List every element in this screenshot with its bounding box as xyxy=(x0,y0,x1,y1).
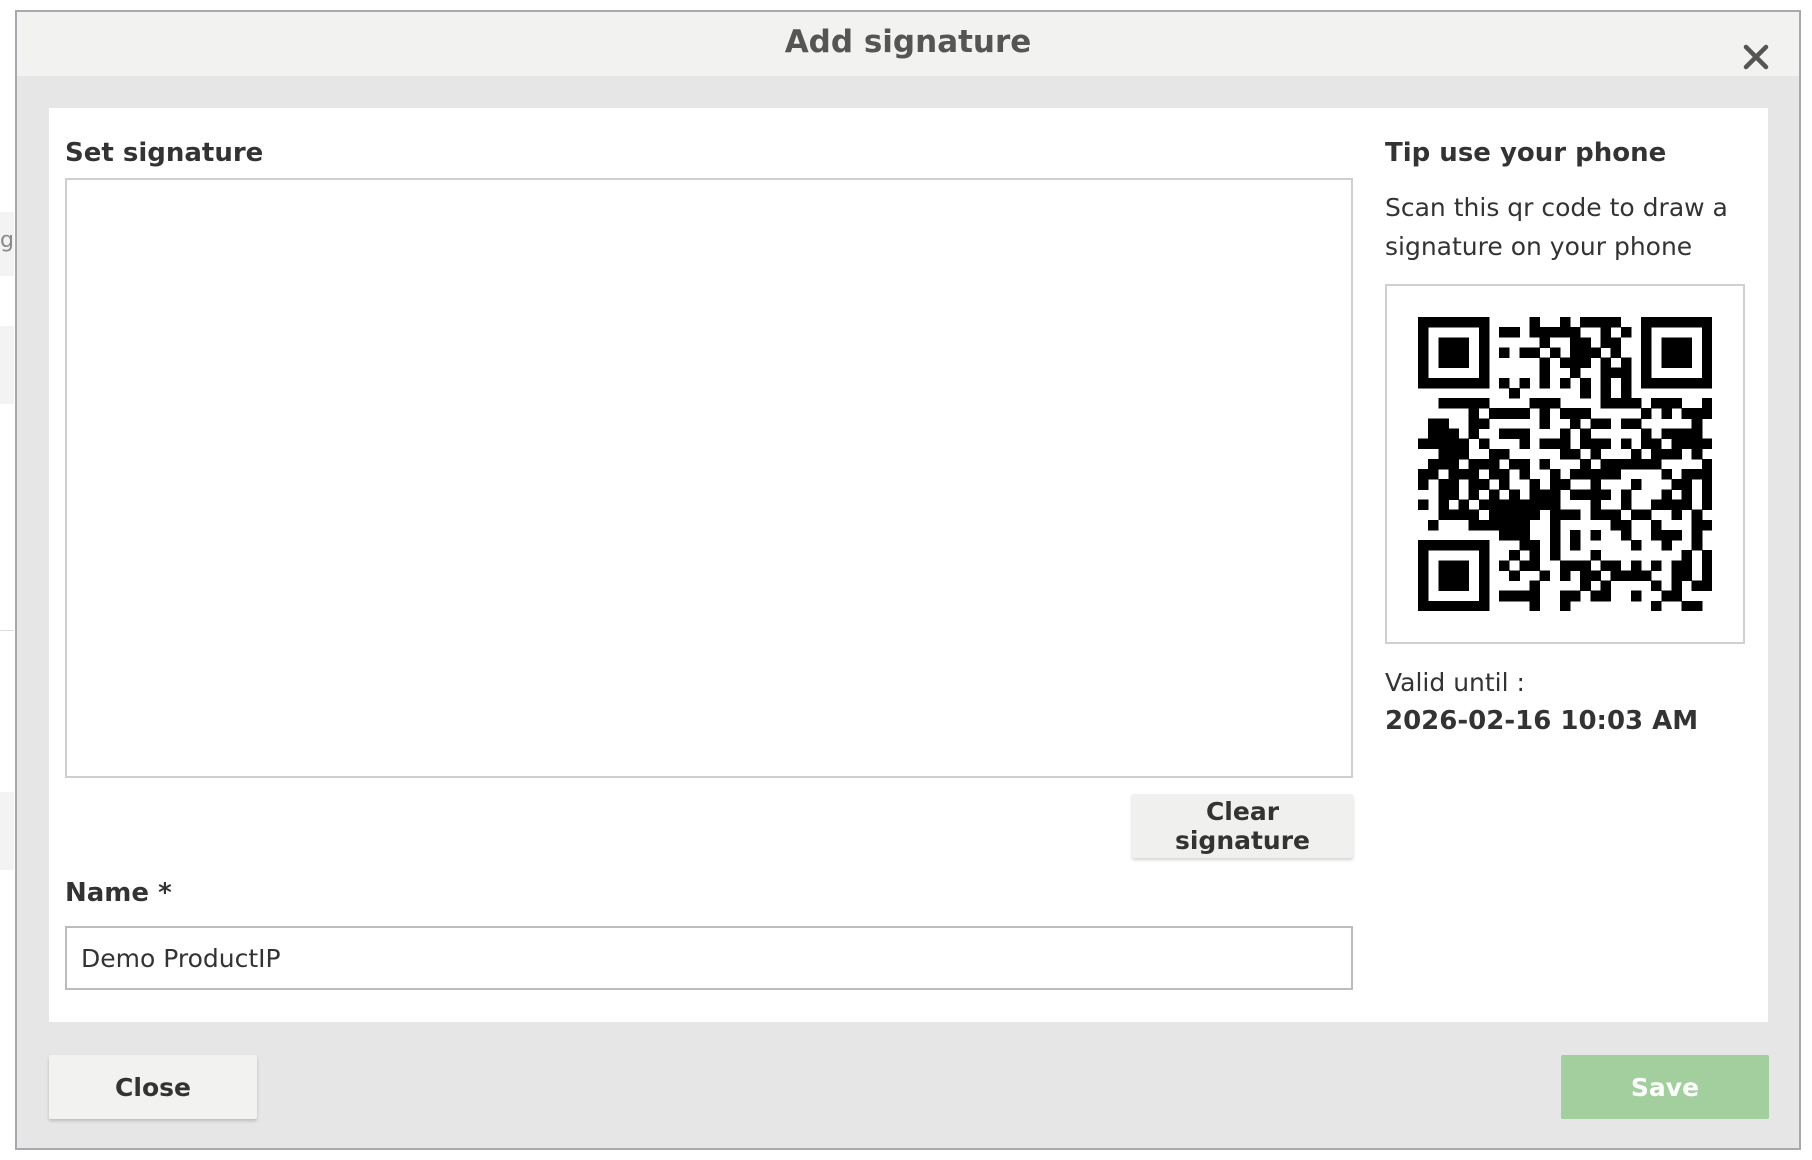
tip-text: Scan this qr code to draw a signature on… xyxy=(1385,193,1728,261)
dialog-header: Add signature xyxy=(17,12,1799,76)
background-divider xyxy=(0,630,14,631)
close-button[interactable]: Close xyxy=(49,1055,257,1119)
set-signature-label: Set signature xyxy=(65,138,264,168)
name-input[interactable] xyxy=(65,926,1353,990)
background-band xyxy=(0,326,14,404)
background-band xyxy=(0,792,14,870)
dialog-title: Add signature xyxy=(784,24,1032,60)
valid-until-label: Valid until : xyxy=(1385,668,1525,697)
add-signature-dialog: Add signature Set signature Clear signat… xyxy=(15,10,1801,1150)
tip-title: Tip use your phone xyxy=(1385,138,1667,168)
close-x-icon[interactable] xyxy=(1739,40,1773,74)
dialog-body: Set signature Clear signature Name * Tip… xyxy=(49,108,1768,1022)
valid-until-date: 2026-02-16 10:03 AM xyxy=(1385,706,1699,736)
qr-code-box xyxy=(1385,284,1745,644)
name-label: Name * xyxy=(65,878,172,908)
save-button[interactable]: Save xyxy=(1561,1055,1769,1119)
qr-code-icon xyxy=(1418,317,1712,611)
clear-signature-button[interactable]: Clear signature xyxy=(1132,794,1353,858)
signature-pad[interactable] xyxy=(65,178,1353,778)
